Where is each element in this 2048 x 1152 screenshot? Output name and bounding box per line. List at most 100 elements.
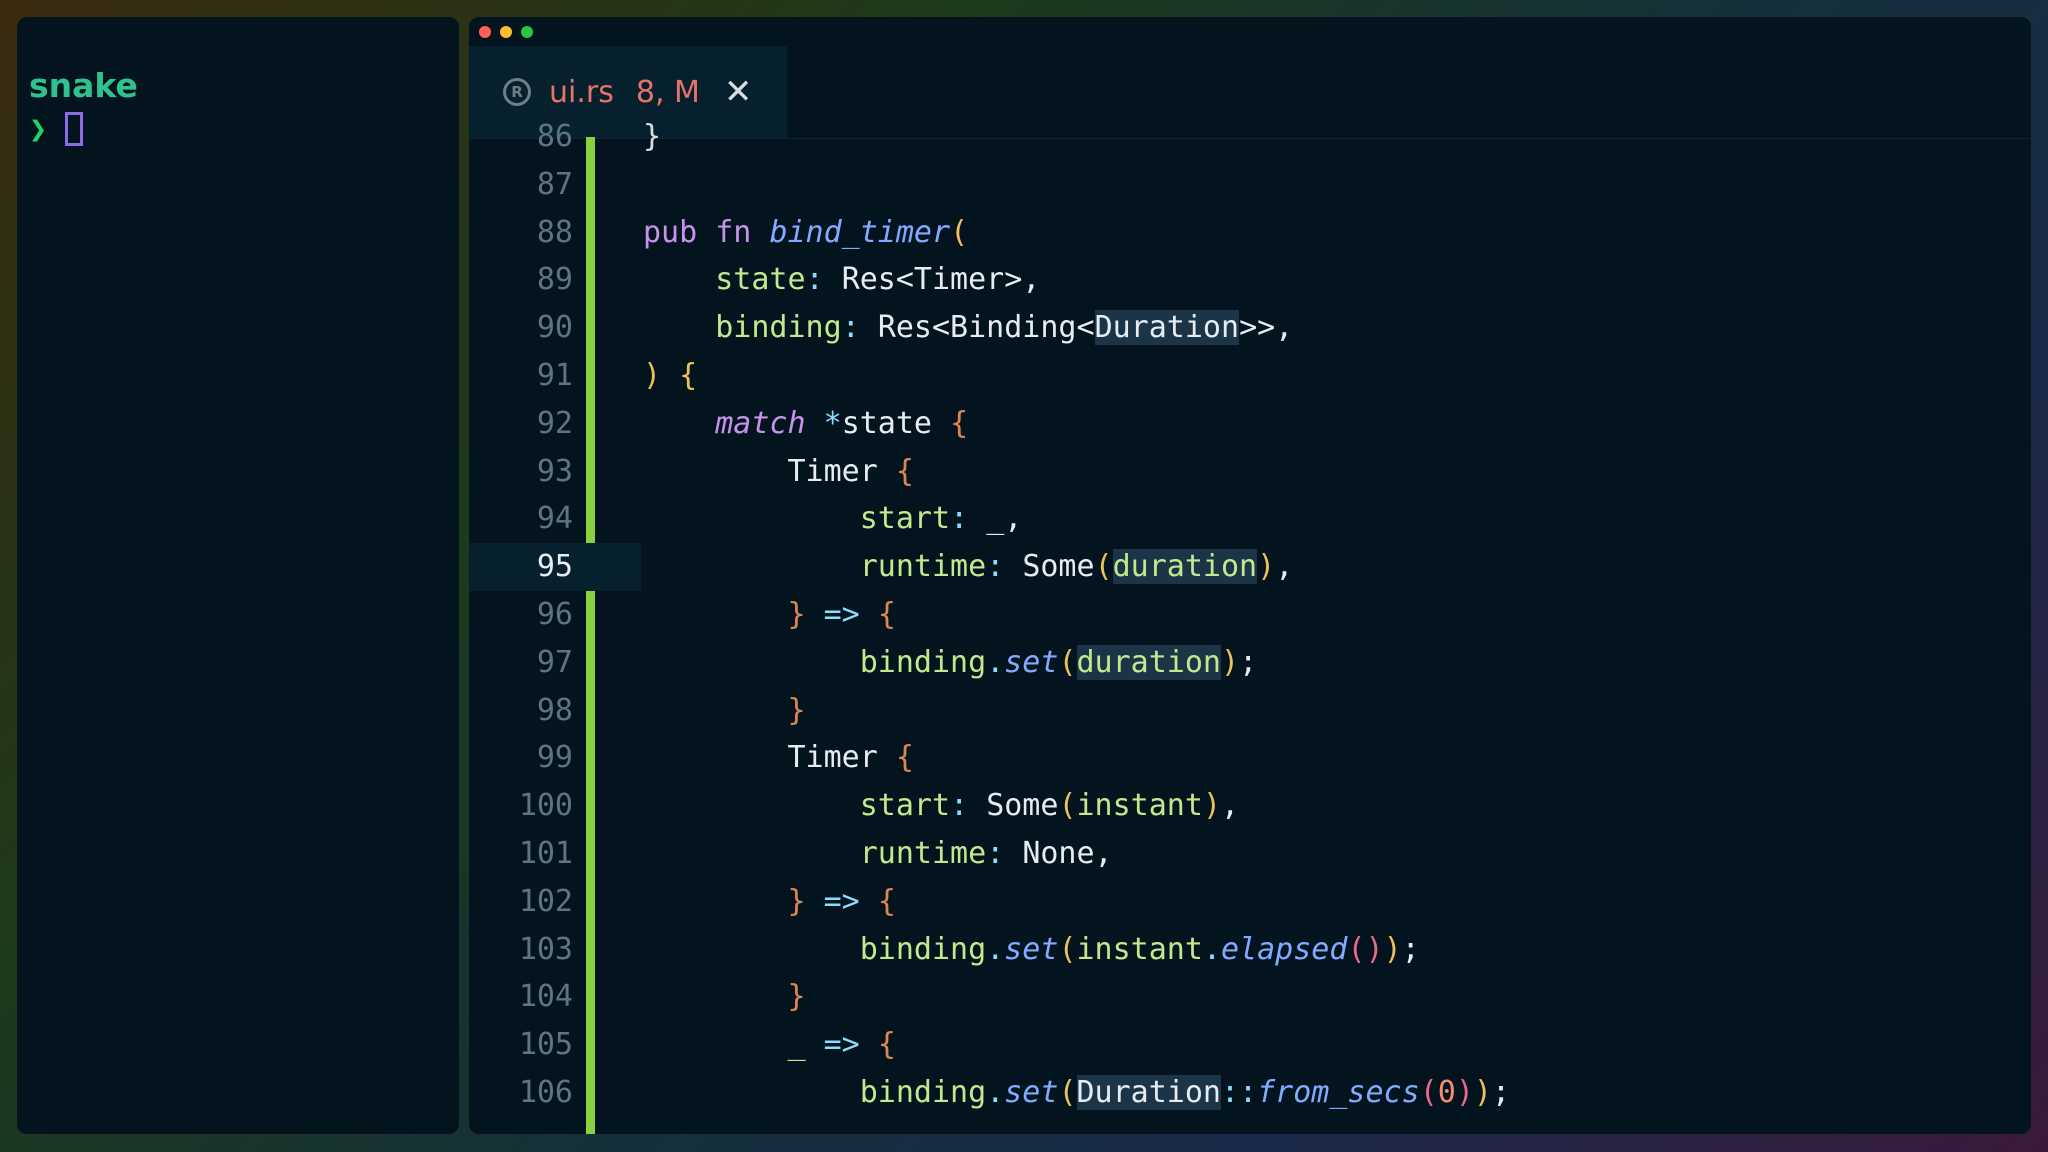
code-line[interactable]: 89 state: Res<Timer>,	[469, 256, 2031, 304]
code-text[interactable]: runtime: None,	[643, 830, 1113, 878]
code-text[interactable]: Timer {	[643, 734, 913, 782]
close-window-button[interactable]	[479, 26, 491, 38]
code-text[interactable]: start: _,	[643, 495, 1023, 543]
close-icon[interactable]: ✕	[724, 75, 753, 109]
line-number: 93	[536, 453, 573, 489]
code-line[interactable]: 95 runtime: Some(duration),	[469, 543, 2031, 592]
code-token: ;	[1401, 931, 1420, 967]
code-token: :	[841, 310, 878, 346]
code-text[interactable]: _ => {	[643, 1021, 896, 1069]
code-line[interactable]: 92 match *state {	[469, 400, 2031, 448]
code-token: ,	[1221, 788, 1240, 824]
code-token: binding	[859, 1075, 987, 1110]
maximize-window-button[interactable]	[521, 26, 533, 38]
code-token: instant	[1076, 931, 1203, 967]
code-token: }	[787, 979, 806, 1015]
code-area[interactable]: 86} 87 88 pub fn bind_timer(89 state: Res<T…	[469, 119, 2031, 1134]
code-line[interactable]: 99 Timer {	[469, 734, 2031, 782]
code-text[interactable]: binding.set(Duration::from_secs(0));	[643, 1069, 1510, 1117]
code-token: }	[787, 692, 806, 728]
code-text[interactable]: pub fn bind_timer(	[643, 209, 968, 257]
code-token: binding	[859, 931, 987, 967]
code-line[interactable]: 105 _ => {	[469, 1021, 2031, 1069]
line-number: 104	[518, 979, 573, 1015]
code-token: set	[1004, 931, 1059, 967]
code-line[interactable]: 103 binding.set(instant.elapsed());	[469, 926, 2031, 974]
code-token: {	[679, 358, 698, 393]
code-text[interactable]: binding.set(duration);	[643, 639, 1257, 687]
code-line[interactable]: 96 } => {	[469, 591, 2031, 639]
code-line[interactable]: 101 runtime: None,	[469, 830, 2031, 878]
rust-icon: R	[503, 78, 531, 106]
code-token: {	[877, 597, 896, 632]
code-line[interactable]: 100 start: Some(instant),	[469, 782, 2031, 830]
code-line[interactable]: 90 binding: Res<Binding<Duration>>,	[469, 304, 2031, 352]
code-token: runtime	[859, 836, 987, 871]
code-token: }	[643, 119, 662, 154]
code-text[interactable]: } => {	[643, 878, 896, 926]
code-text[interactable]: state: Res<Timer>,	[643, 256, 1040, 304]
line-number: 92	[536, 405, 573, 441]
code-token: ()	[1347, 931, 1384, 967]
code-line[interactable]: 97 binding.set(duration);	[469, 639, 2031, 687]
terminal-pane[interactable]: snake ❯	[17, 17, 459, 1134]
code-token: pub fn	[643, 214, 770, 250]
line-number: 98	[536, 692, 573, 728]
code-line[interactable]: 86}	[469, 113, 2031, 161]
code-text[interactable]: start: Some(instant),	[643, 782, 1239, 830]
code-token: .	[986, 931, 1005, 967]
code-token: None,	[1022, 836, 1113, 871]
code-token: _,	[986, 501, 1023, 537]
code-text[interactable]: binding: Res<Binding<Duration>>,	[643, 304, 1293, 352]
prompt-line[interactable]: ❯	[29, 106, 447, 152]
code-line[interactable]: 104 }	[469, 973, 2031, 1021]
code-token: ,	[1275, 549, 1294, 585]
code-line[interactable]: 87	[469, 161, 2031, 209]
code-token: )	[1202, 788, 1221, 824]
line-number: 86	[536, 119, 573, 154]
minimize-window-button[interactable]	[500, 26, 512, 38]
code-text[interactable]: }	[643, 973, 806, 1021]
code-token: )	[643, 358, 662, 393]
terminal-cursor	[65, 112, 83, 146]
line-number: 101	[518, 836, 573, 871]
code-token: duration	[1112, 549, 1258, 585]
code-token: (	[1058, 1075, 1077, 1110]
code-token: :	[950, 501, 987, 537]
code-text[interactable]: } => {	[643, 591, 896, 639]
code-line[interactable]: 91) {	[469, 352, 2031, 400]
code-line[interactable]: 93 Timer {	[469, 448, 2031, 496]
code-token: =>	[805, 1027, 878, 1063]
code-text[interactable]: ) {	[643, 352, 697, 400]
code-token: )	[1455, 1075, 1474, 1110]
code-editor-window[interactable]: R ui.rs 8, M ✕ 86} 87 88 pub fn bind_timer(…	[469, 17, 2031, 1134]
code-token: start	[859, 501, 951, 537]
code-line[interactable]: 102 } => {	[469, 878, 2031, 926]
code-token: >>,	[1239, 310, 1294, 346]
code-text[interactable]: }	[643, 113, 661, 161]
code-line[interactable]: 88 pub fn bind_timer(	[469, 209, 2031, 257]
code-token: bind_timer	[769, 214, 951, 250]
code-text[interactable]: }	[643, 687, 806, 735]
code-text[interactable]: Timer {	[643, 448, 913, 496]
code-line[interactable]: 94 start: _,	[469, 495, 2031, 543]
code-token: (	[1094, 549, 1113, 585]
code-token: state	[715, 262, 806, 298]
code-token: set	[1004, 644, 1059, 680]
code-text[interactable]: binding.set(instant.elapsed());	[643, 926, 1420, 974]
code-line[interactable]: 98 }	[469, 687, 2031, 735]
code-token: Res<Timer>,	[841, 262, 1041, 298]
code-text[interactable]: runtime: Some(duration),	[643, 543, 1293, 591]
code-token: Res<Binding<	[877, 310, 1095, 346]
line-number: 97	[536, 644, 573, 680]
code-text[interactable]: match *state {	[643, 400, 968, 448]
code-line[interactable]: 106 binding.set(Duration::from_secs(0));	[469, 1069, 2031, 1117]
code-token: state	[841, 405, 951, 441]
